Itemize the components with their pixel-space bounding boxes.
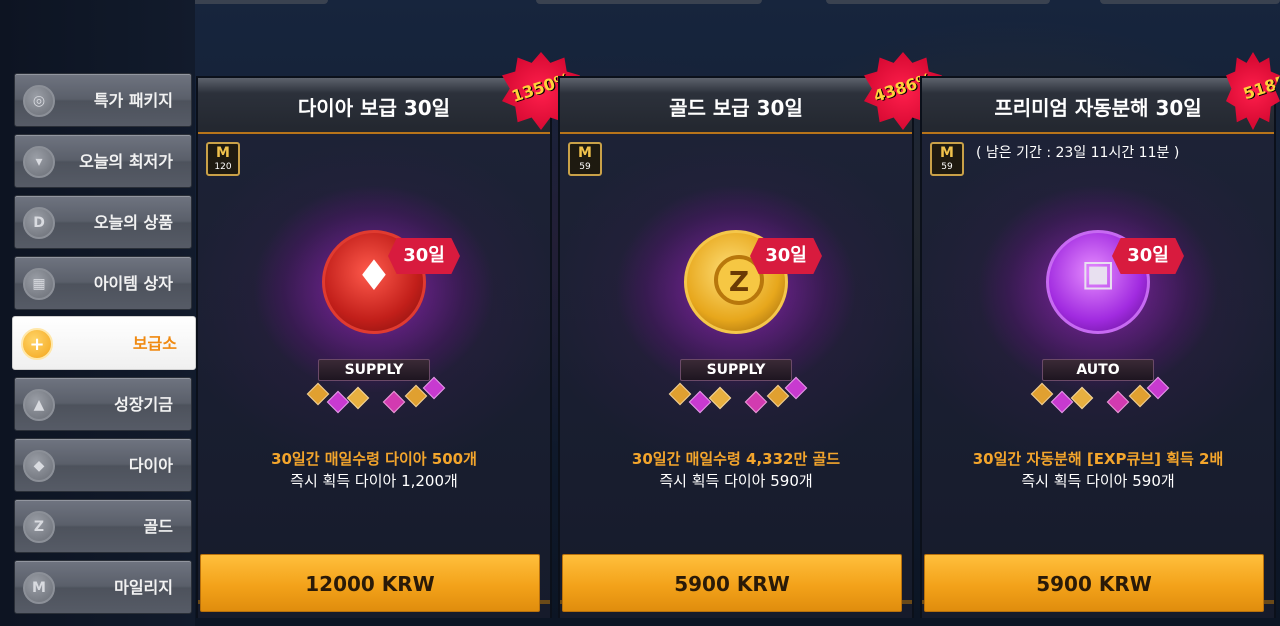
mileage-icon: M [216,145,230,161]
sidebar-item-label: 오늘의 최저가 [79,152,173,171]
buy-button[interactable]: 5900 KRW [924,554,1264,612]
card-header: 프리미엄 자동분해 30일 [922,78,1274,134]
medal-label: SUPPLY [680,359,792,381]
card-title: 다이아 보급 30일 [297,96,451,120]
mileage-value: 120 [214,162,232,172]
sidebar-item-label: 아이템 상자 [93,274,173,293]
sidebar-item-label: 오늘의 상품 [93,213,173,232]
sidebar-item-special-package[interactable]: ◎ 특가 패키지 [14,73,192,127]
special-package-icon: ◎ [23,85,55,117]
sidebar-item-label: 마일리지 [114,578,173,597]
product-card-premium-auto-dismantle[interactable]: 프리미엄 자동분해 30일 M 59 ( 남은 기간 : 23일 11시간 11… [920,76,1276,618]
sidebar-item-supply[interactable]: + 보급소 [12,316,196,370]
mileage-value: 59 [579,162,591,172]
sidebar-item-gold[interactable]: Z 골드 [14,499,192,553]
remaining-period-text: ( 남은 기간 : 23일 11시간 11분 ) [976,145,1180,161]
instant-reward-text: 즉시 획득 다이아 590개 [1021,472,1175,490]
daily-product-icon: D [23,207,55,239]
growth-fund-icon: ▲ [23,389,55,421]
gold-coin-icon: Z [23,511,55,543]
mileage-value: 59 [941,162,953,172]
sidebar-item-label: 특가 패키지 [93,91,173,110]
card-body: M 59 Z 30일 SUPPLY 30일간 매일수령 4,332만 골드 즉시… [560,134,912,618]
sidebar-item-label: 다이아 [128,456,173,475]
sidebar-item-label: 골드 [143,517,173,536]
duration-badge: 30일 [750,238,822,274]
card-body: M 59 ( 남은 기간 : 23일 11시간 11분 ) ▣ 30일 AUTO… [922,134,1274,618]
card-title: 프리미엄 자동분해 30일 [994,96,1202,120]
daily-reward-text: 30일간 매일수령 다이아 500개 [271,450,477,468]
sidebar-item-growth-fund[interactable]: ▲ 성장기금 [14,377,192,431]
instant-reward-text: 즉시 획득 다이아 590개 [659,472,813,490]
card-header: 골드 보급 30일 [560,78,912,134]
sidebar-item-daily-product[interactable]: D 오늘의 상품 [14,195,192,249]
mileage-badge: M 120 [206,142,240,176]
mileage-icon: M [578,145,592,161]
card-title: 골드 보급 30일 [669,96,803,120]
duration-badge: 30일 [388,238,460,274]
mileage-badge: M 59 [930,142,964,176]
daily-reward-text: 30일간 자동분해 [EXP큐브] 획득 2배 [972,450,1224,468]
product-card-gold-supply[interactable]: 골드 보급 30일 M 59 Z 30일 SUPPLY 30일간 매일수령 4,… [558,76,914,618]
card-header: 다이아 보급 30일 [198,78,550,134]
sidebar-item-diamond[interactable]: ◆ 다이아 [14,438,192,492]
mileage-icon: M [23,572,55,604]
medal-label: AUTO [1042,359,1154,381]
duration-badge: 30일 [1112,238,1184,274]
daily-reward-text: 30일간 매일수령 4,332만 골드 [631,450,841,468]
sidebar-item-item-box[interactable]: ▦ 아이템 상자 [14,256,192,310]
instant-reward-text: 즉시 획득 다이아 1,200개 [290,472,458,490]
sidebar-item-mileage[interactable]: M 마일리지 [14,560,192,614]
card-body: M 120 ♦ 30일 SUPPLY 30일간 매일수령 다이아 500개 즉시… [198,134,550,618]
supply-plus-icon: + [21,328,53,360]
bonus-percent-text: 5185 [1240,71,1280,104]
buy-button[interactable]: 5900 KRW [562,554,902,612]
mileage-badge: M 59 [568,142,602,176]
sidebar-item-lowest-price[interactable]: ▾ 오늘의 최저가 [14,134,192,188]
product-card-diamond-supply[interactable]: 다이아 보급 30일 M 120 ♦ 30일 SUPPLY 30일간 매일수령 … [196,76,552,618]
lowest-price-icon: ▾ [23,146,55,178]
sidebar-item-label: 보급소 [132,334,177,353]
buy-button[interactable]: 12000 KRW [200,554,540,612]
diamond-icon: ◆ [23,450,55,482]
shop-category-sidebar: ◎ 특가 패키지 ▾ 오늘의 최저가 D 오늘의 상품 ▦ 아이템 상자 + 보… [0,0,196,626]
sidebar-item-label: 성장기금 [114,395,173,414]
mileage-icon: M [940,145,954,161]
item-box-icon: ▦ [23,268,55,300]
medal-label: SUPPLY [318,359,430,381]
